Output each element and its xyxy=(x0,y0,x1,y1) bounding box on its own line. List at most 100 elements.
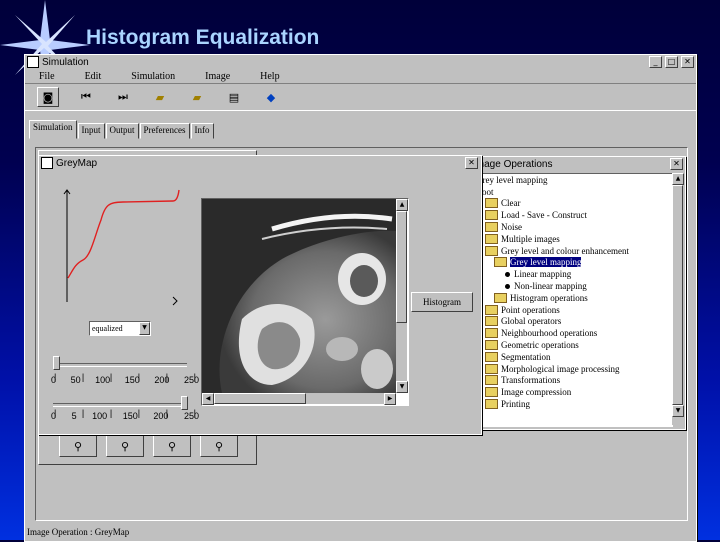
histogram-button[interactable]: Histogram xyxy=(411,292,473,312)
tree-item[interactable]: Segmentation xyxy=(474,351,672,363)
tree-item[interactable]: Grey level mapping xyxy=(474,257,672,269)
close-button[interactable]: ✕ xyxy=(465,157,478,169)
greymap-titlebar[interactable]: GreyMap ✕ xyxy=(39,156,481,170)
tree-item-label: Geometric operations xyxy=(501,340,579,351)
greymap-title: GreyMap xyxy=(56,157,98,169)
scroll-left-icon[interactable]: ◀ xyxy=(202,393,214,405)
tab-output[interactable]: Output xyxy=(105,123,139,139)
tree-item[interactable]: Image compression xyxy=(474,386,672,398)
menu-file[interactable]: File xyxy=(39,71,55,82)
chevron-down-icon[interactable]: ▼ xyxy=(139,322,150,335)
tree-item-label: Grey level and colour enhancement xyxy=(501,245,629,256)
folder-icon xyxy=(485,245,498,256)
high-slider-ticks: | | | | | | 0 5 100 150 200 250 xyxy=(51,408,199,421)
tree-item[interactable]: Linear mapping xyxy=(474,268,672,280)
tree-item[interactable]: Geometric operations xyxy=(474,339,672,351)
close-button[interactable]: ✕ xyxy=(670,158,683,170)
tree-item-label: Point operations xyxy=(501,304,560,315)
image-operations-titlebar[interactable]: Image Operations ✕ xyxy=(471,157,685,171)
image-vscroll[interactable]: ▲ ▼ xyxy=(396,199,408,393)
tab-info[interactable]: Info xyxy=(190,123,214,139)
magnify-icon[interactable]: ⚲ xyxy=(106,435,144,457)
tree-item[interactable]: Noise xyxy=(474,221,672,233)
tree-item[interactable]: Point operations xyxy=(474,304,672,316)
tree-item[interactable]: Global operators xyxy=(474,316,672,328)
low-slider[interactable] xyxy=(53,356,189,372)
document-icon[interactable]: ▤ xyxy=(224,88,244,106)
image-operations-window: Image Operations ✕ Grey level mapping Roo… xyxy=(470,156,686,430)
tree-item-label: Noise xyxy=(501,222,522,233)
step-icon[interactable]: ⏭ xyxy=(113,88,133,106)
tree-item-label: Linear mapping xyxy=(514,269,572,280)
tree-item[interactable]: Root xyxy=(474,186,672,198)
tree-item[interactable]: Printing xyxy=(474,398,672,410)
tree-list: Grey level mapping Root Clear Load - Save -… xyxy=(474,174,672,410)
tree-item-label: Global operators xyxy=(501,316,562,327)
folder-icon xyxy=(485,304,498,315)
folder-icon xyxy=(485,340,498,351)
close-button[interactable]: ✕ xyxy=(681,56,694,68)
tree-item-label: Load - Save - Construct xyxy=(501,210,587,221)
scroll-up-icon[interactable]: ▲ xyxy=(396,199,408,211)
window-icon xyxy=(41,157,53,169)
magnify-icon[interactable]: ⚲ xyxy=(153,435,191,457)
scroll-thumb[interactable] xyxy=(396,211,407,323)
magnify-icon[interactable]: ⚲ xyxy=(59,435,97,457)
open-folder-icon[interactable]: ▰ xyxy=(150,88,170,106)
magnify-icon[interactable]: ⚲ xyxy=(200,435,238,457)
tree-item-label: Neighbourhood operations xyxy=(501,328,598,339)
simulation-titlebar[interactable]: Simulation _ □ ✕ xyxy=(25,55,696,69)
tree-item[interactable]: Non-linear mapping xyxy=(474,280,672,292)
tree-item[interactable]: Histogram operations xyxy=(474,292,672,304)
window-title: Simulation xyxy=(42,56,89,68)
image-hscroll[interactable]: ◀ ▶ xyxy=(202,393,396,405)
tab-preferences[interactable]: Preferences xyxy=(139,123,190,139)
tree-item[interactable]: Multiple images xyxy=(474,233,672,245)
minimize-button[interactable]: _ xyxy=(649,56,662,68)
tree-item[interactable]: Transformations xyxy=(474,375,672,387)
tree-scrollbar[interactable]: ▲ ▼ xyxy=(672,173,684,425)
maximize-button[interactable]: □ xyxy=(665,56,678,68)
scroll-down-icon[interactable]: ▼ xyxy=(396,381,408,393)
bullet-icon xyxy=(505,271,510,277)
mapping-select[interactable]: equalized ▼ xyxy=(89,321,151,336)
tick-label: 250 xyxy=(183,375,199,385)
save-folder-icon[interactable]: ▰ xyxy=(187,88,207,106)
tick-label: 0 xyxy=(51,375,57,385)
stop-icon[interactable]: ◙ xyxy=(37,87,59,107)
tree-item[interactable]: Grey level mapping xyxy=(474,174,672,186)
scroll-down-icon[interactable]: ▼ xyxy=(672,405,684,417)
rewind-icon[interactable]: ⏮ xyxy=(76,88,96,106)
app-icon xyxy=(27,56,39,68)
mapping-curve-plot xyxy=(63,189,180,306)
scroll-thumb[interactable] xyxy=(214,393,306,404)
tick-label: 0 xyxy=(51,411,57,421)
ct-scan-image xyxy=(202,199,396,393)
low-slider-thumb[interactable] xyxy=(53,356,60,370)
tab-simulation[interactable]: Simulation xyxy=(29,120,77,139)
tree-item-label: Morphological image processing xyxy=(501,363,620,374)
menu-edit[interactable]: Edit xyxy=(85,71,102,82)
scroll-thumb[interactable] xyxy=(672,185,683,405)
tree-item[interactable]: Grey level and colour enhancement xyxy=(474,245,672,257)
folder-icon xyxy=(485,363,498,374)
menu-simulation[interactable]: Simulation xyxy=(131,71,175,82)
folder-icon xyxy=(485,233,498,244)
menu-help[interactable]: Help xyxy=(260,71,279,82)
tick-label: 250 xyxy=(183,411,199,421)
scroll-up-icon[interactable]: ▲ xyxy=(672,173,684,185)
folder-icon xyxy=(485,222,498,233)
folder-icon xyxy=(494,292,507,303)
scroll-right-icon[interactable]: ▶ xyxy=(384,393,396,405)
tree-item[interactable]: Load - Save - Construct xyxy=(474,209,672,221)
tab-row: Simulation Input Output Preferences Info xyxy=(25,120,696,139)
tab-input[interactable]: Input xyxy=(77,123,105,139)
tree-item[interactable]: Neighbourhood operations xyxy=(474,327,672,339)
tree-item[interactable]: Morphological image processing xyxy=(474,363,672,375)
menu-image[interactable]: Image xyxy=(205,71,230,82)
tree-item[interactable]: Clear xyxy=(474,198,672,210)
help-icon[interactable]: ◆ xyxy=(261,88,281,106)
folder-icon xyxy=(485,198,498,209)
folder-icon xyxy=(485,399,498,410)
mapping-select-value: equalized xyxy=(92,324,123,333)
